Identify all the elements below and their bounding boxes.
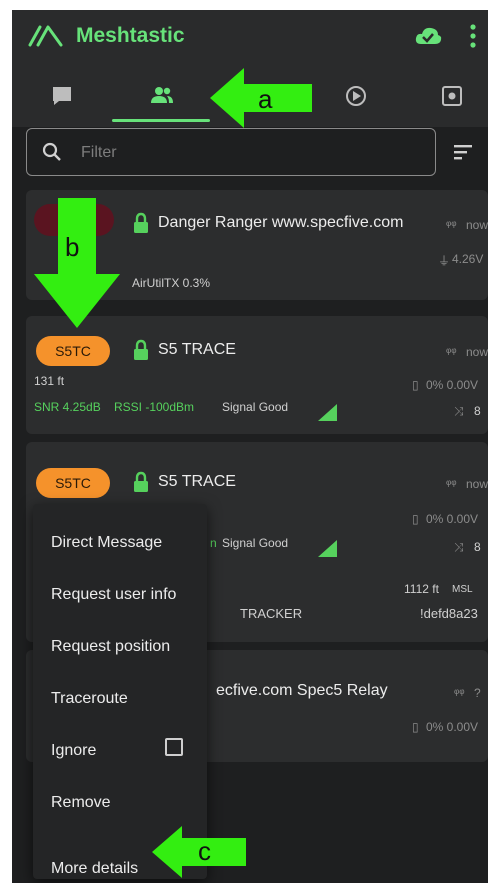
lock-icon <box>134 471 148 492</box>
node-long-name: ecfive.com Spec5 Relay <box>216 682 388 699</box>
annotation-label-b: b <box>65 232 80 262</box>
app-title: Meshtastic <box>76 24 185 47</box>
hops-icon: ⤨ <box>454 540 464 554</box>
ignore-checkbox[interactable] <box>165 738 183 756</box>
tab-nodes[interactable] <box>140 79 184 113</box>
annotation-arrow-b <box>34 198 120 328</box>
altitude: 1112 ft <box>404 582 439 596</box>
annotation-label-c: c <box>198 836 211 866</box>
menu-item-direct-message[interactable]: Direct Message <box>51 534 162 552</box>
filter-input[interactable] <box>79 139 413 167</box>
menu-item-traceroute[interactable]: Traceroute <box>51 690 128 708</box>
rssi: RSSI -100dBm <box>114 400 195 414</box>
snr: SNR 4.25dB <box>34 400 101 414</box>
lock-icon <box>134 339 148 360</box>
node-long-name: Danger Ranger www.specfive.com <box>158 214 404 231</box>
menu-item-request-user-info[interactable]: Request user info <box>51 586 176 604</box>
menu-item-request-position[interactable]: Request position <box>51 638 170 656</box>
battery-voltage: 4.26V <box>452 252 484 266</box>
overflow-menu-icon[interactable] <box>468 23 478 49</box>
tab-map[interactable] <box>334 79 378 113</box>
menu-item-ignore[interactable]: Ignore <box>51 742 96 760</box>
filter-field[interactable] <box>26 128 436 176</box>
lock-icon <box>134 212 148 233</box>
node-short-name-chip[interactable]: S5TC <box>36 468 110 498</box>
hops-away: 8 <box>474 540 481 554</box>
node-role: TRACKER <box>240 606 303 621</box>
menu-item-more-details[interactable]: More details <box>51 860 138 878</box>
rssi-partial: n <box>210 536 217 550</box>
node-short-name-chip[interactable]: S5TC <box>36 336 110 366</box>
last-heard: now <box>466 345 488 359</box>
battery-level: 0% 0.00V <box>426 512 479 526</box>
node-long-name: S5 TRACE <box>158 341 236 358</box>
node-long-name: S5 TRACE <box>158 473 236 490</box>
signal-strength-icon <box>318 404 337 421</box>
battery-icon: ▯ <box>412 378 419 392</box>
antenna-icon: ᵠᵠ <box>446 477 457 491</box>
sort-icon[interactable] <box>452 142 474 162</box>
meshtastic-logo-icon <box>28 25 63 47</box>
cloud-sync-icon[interactable] <box>414 24 442 48</box>
last-heard: now <box>466 218 488 232</box>
menu-item-remove[interactable]: Remove <box>51 794 111 812</box>
distance: 131 ft <box>34 374 65 388</box>
antenna-icon: ᵠᵠ <box>446 218 457 232</box>
node-context-menu: Direct Message Request user info Request… <box>33 504 207 879</box>
hops-icon: ⤨ <box>454 404 464 418</box>
antenna-icon: ᵠᵠ <box>454 686 465 700</box>
last-heard: now <box>466 477 488 491</box>
battery-level: 0% 0.00V <box>426 378 479 392</box>
battery-icon: ▯ <box>412 512 419 526</box>
hops-away: 8 <box>474 404 481 418</box>
antenna-icon: ᵠᵠ <box>446 345 457 359</box>
signal-strength-icon <box>318 540 337 557</box>
signal-quality: Signal Good <box>222 536 289 550</box>
annotation-label-a: a <box>258 84 273 114</box>
tab-messages[interactable] <box>40 79 84 113</box>
node-card-s5-trace[interactable]: S5TC S5 TRACE ᵠᵠ now 131 ft ▯ 0% 0.00V S… <box>26 316 488 434</box>
altitude-unit: MSL <box>452 584 473 595</box>
air-util: AirUtilTX 0.3% <box>132 276 211 290</box>
selected-tab-indicator <box>112 119 210 122</box>
tab-settings[interactable] <box>430 79 474 113</box>
battery-level: 0% 0.00V <box>426 720 479 734</box>
last-heard: ? <box>474 686 481 700</box>
app-bar: Meshtastic <box>12 10 488 65</box>
node-id: !defd8a23 <box>420 606 478 621</box>
signal-quality: Signal Good <box>222 400 289 414</box>
battery-icon: ▯ <box>412 720 419 734</box>
plug-icon: ⏚ <box>438 254 451 268</box>
phone-screen: Meshtastic Filter Danger Ranger www.spec… <box>12 10 488 883</box>
search-icon <box>42 142 61 161</box>
